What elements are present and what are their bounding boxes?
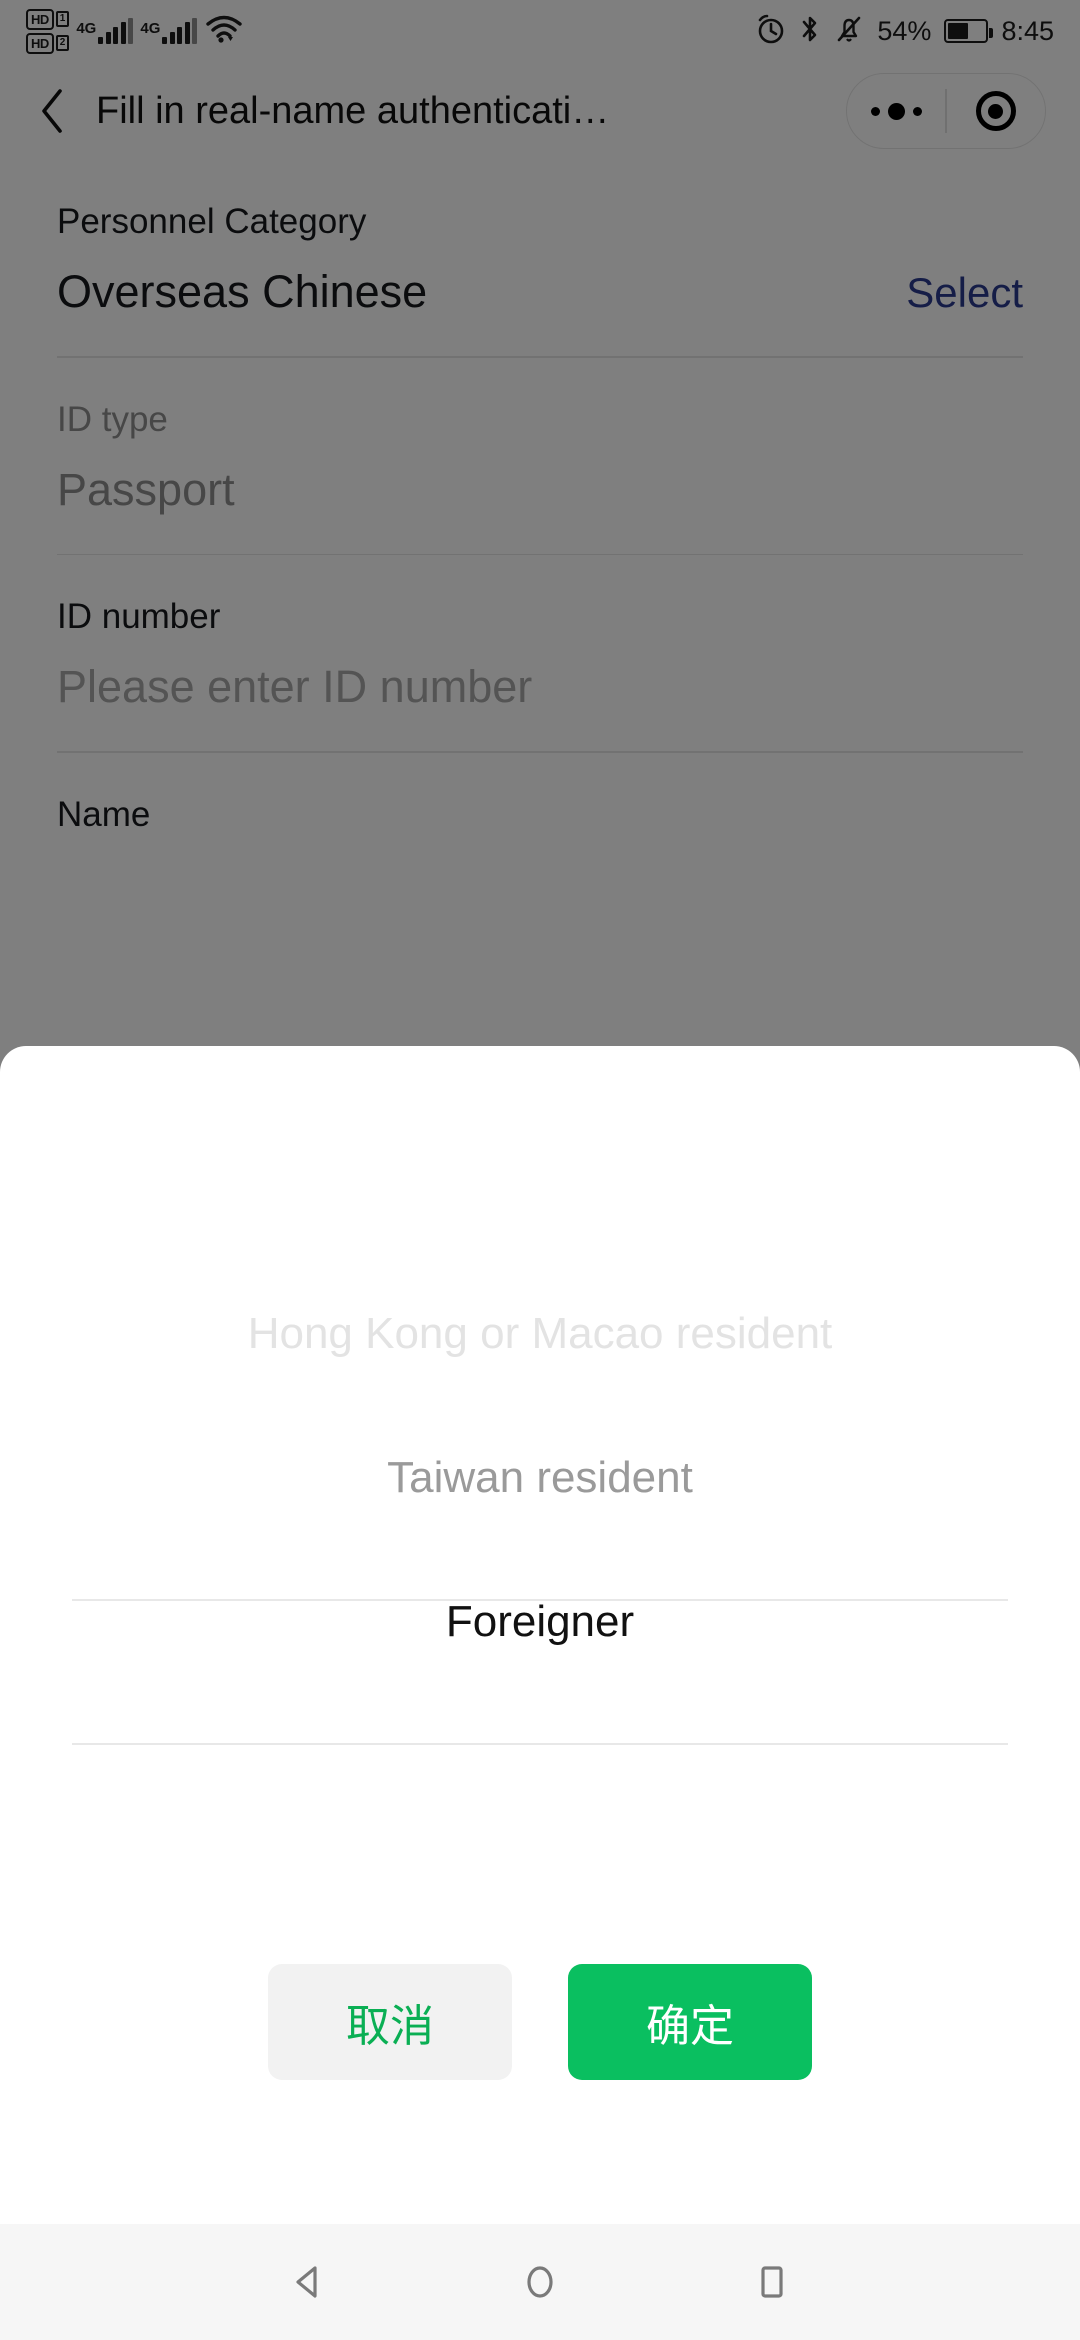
hd-label: HD xyxy=(26,8,54,30)
status-bar: HD 1 HD 2 4G 4G 54% 8:45 xyxy=(0,0,1080,62)
id-number-input[interactable]: Please enter ID number xyxy=(57,634,1023,751)
bell-muted-icon xyxy=(834,13,864,50)
page-title: Fill in real-name authenticati… xyxy=(96,89,610,132)
field-id-number[interactable]: ID number Please enter ID number xyxy=(0,555,1080,751)
select-link[interactable]: Select xyxy=(906,269,1023,317)
field-label: ID number xyxy=(57,597,221,636)
square-recents-icon[interactable] xyxy=(740,2250,804,2314)
hd-label: HD xyxy=(26,32,54,54)
alarm-clock-icon xyxy=(756,13,786,50)
dual-sim-indicators: HD 1 HD 2 xyxy=(26,8,70,54)
bluetooth-icon xyxy=(799,13,821,50)
field-label: ID type xyxy=(57,399,168,439)
status-bar-left: HD 1 HD 2 4G 4G xyxy=(26,8,244,54)
field-id-type: ID type Passport xyxy=(0,358,1080,554)
field-value: Overseas Chinese xyxy=(57,266,428,317)
sim1-hd-badge: HD 1 xyxy=(26,8,70,30)
field-personnel-category[interactable]: Personnel Category Overseas Chinese Sele… xyxy=(0,160,1080,356)
wechat-capsule-bar xyxy=(846,73,1046,149)
sim-number: 2 xyxy=(55,35,70,51)
sim-number: 1 xyxy=(55,11,70,27)
capsule-menu-button[interactable] xyxy=(847,102,945,120)
signal-bars-icon xyxy=(98,18,134,44)
field-label: Personnel Category xyxy=(57,202,367,241)
real-name-form: Personnel Category Overseas Chinese Sele… xyxy=(0,160,1080,832)
android-navigation-bar xyxy=(0,2224,1080,2340)
signal-indicator-1: 4G xyxy=(76,18,134,44)
network-type-label: 4G xyxy=(76,20,97,37)
picker-selection-line-top xyxy=(72,1599,1008,1601)
sim2-hd-badge: HD 2 xyxy=(26,32,70,54)
sheet-action-row: 取消 确定 xyxy=(0,1886,1080,2224)
picker-bottom-sheet: Hong Kong or Macao resident Taiwan resid… xyxy=(0,1046,1080,2224)
back-button[interactable] xyxy=(34,85,70,137)
cancel-button[interactable]: 取消 xyxy=(268,1964,512,2080)
ellipsis-icon xyxy=(870,102,922,120)
network-type-label: 4G xyxy=(140,20,161,37)
signal-indicator-2: 4G xyxy=(140,18,198,44)
triangle-back-icon[interactable] xyxy=(276,2250,340,2314)
clock-label: 8:45 xyxy=(1001,15,1054,46)
picker-option-selected[interactable]: Foreigner xyxy=(0,1550,1080,1694)
battery-icon xyxy=(944,19,994,43)
target-icon xyxy=(975,91,1016,131)
capsule-close-button[interactable] xyxy=(947,91,1045,131)
battery-percent-label: 54% xyxy=(877,15,932,46)
circle-home-icon[interactable] xyxy=(508,2250,572,2314)
field-value: Passport xyxy=(57,463,235,515)
picker-option[interactable]: Taiwan resident xyxy=(0,1406,1080,1550)
navigation-header: Fill in real-name authenticati… xyxy=(0,62,1080,160)
confirm-button[interactable]: 确定 xyxy=(568,1964,812,2080)
picker-option[interactable]: Hong Kong or Macao resident xyxy=(0,1262,1080,1406)
status-bar-right: 54% 8:45 xyxy=(756,13,1054,50)
field-name[interactable]: Name xyxy=(0,753,1080,832)
signal-bars-icon xyxy=(162,18,198,44)
picker-selection-line-bottom xyxy=(72,1743,1008,1745)
phone-screen: HD 1 HD 2 4G 4G 54% 8:45 Fill in real-na… xyxy=(0,0,1080,2340)
field-label: Name xyxy=(57,794,151,834)
wifi-icon xyxy=(204,13,244,50)
personnel-category-picker[interactable]: Hong Kong or Macao resident Taiwan resid… xyxy=(0,1046,1080,1886)
